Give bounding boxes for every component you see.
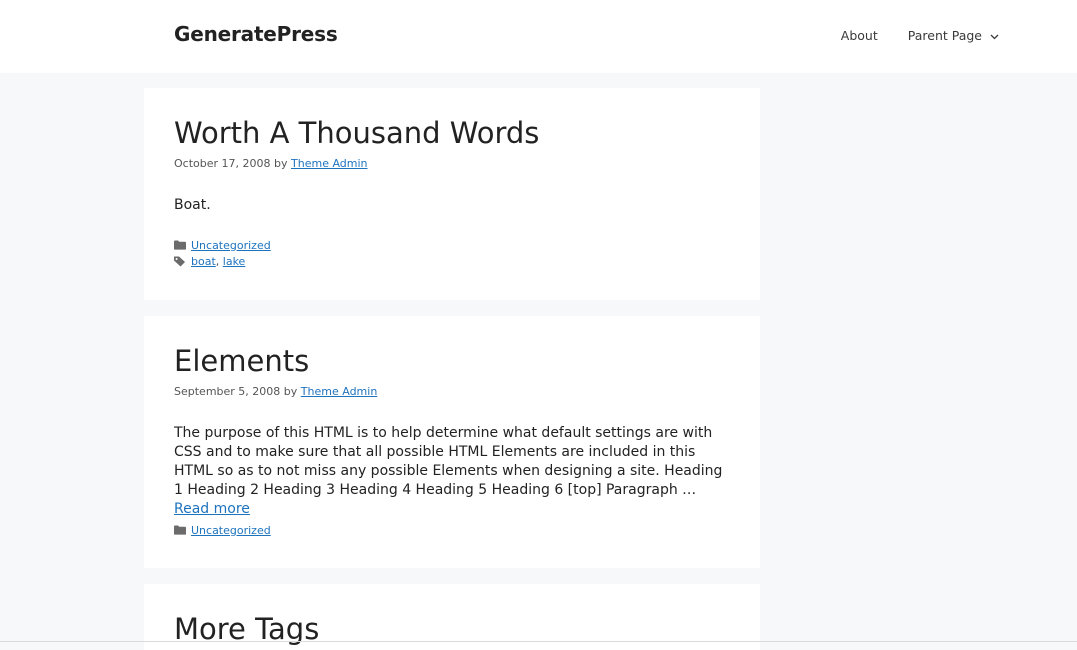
post-card: Elements September 5, 2008 by Theme Admi… — [144, 316, 760, 568]
byline-label: by — [283, 384, 298, 398]
post-excerpt: Boat. — [174, 197, 211, 213]
category-row: Uncategorized — [174, 522, 730, 538]
chevron-down-icon[interactable] — [990, 28, 999, 43]
tag-separator: , — [215, 254, 220, 268]
folder-icon — [174, 525, 191, 535]
post-title[interactable]: Elements — [174, 344, 730, 379]
post-card: Worth A Thousand Words October 17, 2008 … — [144, 88, 760, 300]
nav-item-label: About — [840, 28, 878, 43]
post-date[interactable]: October 17, 2008 — [174, 157, 271, 170]
post-footer: Uncategorized boat, lake — [174, 237, 730, 269]
nav-item-label: Parent Page — [907, 28, 982, 43]
read-more-link[interactable]: Read more — [174, 501, 250, 517]
nav-item-about[interactable]: About — [841, 28, 878, 43]
nav-item-parent-page[interactable]: Parent Page — [908, 28, 999, 43]
author-link[interactable]: Theme Admin — [291, 157, 368, 170]
post-meta: September 5, 2008 by Theme Admin — [174, 385, 730, 398]
tags-row: boat, lake — [174, 253, 730, 269]
divider — [0, 641, 1077, 642]
byline-label: by — [274, 156, 288, 170]
author-link[interactable]: Theme Admin — [301, 385, 378, 398]
main-navigation: About Parent Page — [811, 28, 999, 43]
tag-link[interactable]: boat — [191, 255, 216, 268]
tag-link[interactable]: lake — [223, 255, 246, 268]
excerpt-text: The purpose of this HTML is to help dete… — [174, 425, 723, 498]
folder-icon — [174, 240, 191, 250]
post-footer: Uncategorized — [174, 522, 730, 538]
tag-icon — [174, 256, 191, 267]
category-link[interactable]: Uncategorized — [191, 239, 271, 252]
site-header: GeneratePress About Parent Page — [0, 0, 1077, 73]
post-meta: October 17, 2008 by Theme Admin — [174, 157, 730, 170]
post-date[interactable]: September 5, 2008 — [174, 385, 280, 398]
category-link[interactable]: Uncategorized — [191, 524, 271, 537]
post-excerpt: The purpose of this HTML is to help dete… — [174, 424, 730, 519]
post-title[interactable]: Worth A Thousand Words — [174, 116, 730, 151]
site-title[interactable]: GeneratePress — [174, 22, 338, 46]
category-row: Uncategorized — [174, 237, 730, 253]
